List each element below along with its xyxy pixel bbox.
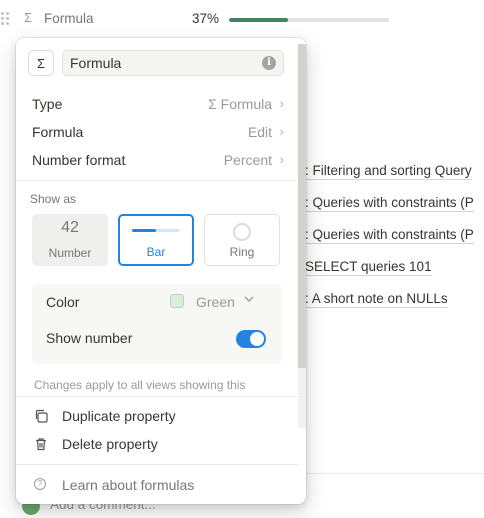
menu-item-value: Edit bbox=[247, 124, 272, 140]
menu-item-label: Type bbox=[32, 96, 63, 112]
menu-item-label: Formula bbox=[32, 124, 84, 140]
show-as-number-option[interactable]: 42 Number bbox=[32, 214, 108, 266]
chevron-down-icon[interactable] bbox=[244, 294, 254, 307]
divider bbox=[16, 180, 298, 181]
menu-item-label: Number format bbox=[32, 152, 126, 168]
divider bbox=[16, 396, 298, 397]
trash-icon bbox=[34, 437, 48, 451]
scrollbar-thumb[interactable] bbox=[298, 44, 306, 368]
action-label: Delete property bbox=[62, 436, 158, 452]
property-edit-popup: Σ Formula i Type Σ Formula › Formula Edi… bbox=[16, 38, 306, 504]
color-select[interactable]: Green bbox=[196, 294, 235, 310]
show-as-bar-option[interactable]: Bar bbox=[118, 214, 194, 266]
display-settings: Color Green Show number bbox=[32, 284, 282, 364]
show-as-title: Show as bbox=[30, 192, 77, 206]
property-name[interactable]: Formula bbox=[44, 11, 94, 26]
learn-about-formulas-link[interactable]: ? Learn about formulas bbox=[16, 471, 298, 499]
relation-link[interactable]: : Filtering and sorting Query bbox=[305, 163, 472, 180]
sigma-icon: Σ bbox=[24, 10, 33, 25]
property-icon-button[interactable]: Σ bbox=[28, 50, 54, 76]
property-value[interactable]: 37% bbox=[192, 11, 219, 26]
chevron-right-icon: › bbox=[279, 152, 284, 167]
info-icon[interactable]: i bbox=[262, 56, 276, 70]
help-label: Learn about formulas bbox=[62, 477, 195, 493]
menu-item-number-format[interactable]: Number format Percent › bbox=[16, 146, 298, 174]
relation-link[interactable]: : A short note on NULLs bbox=[305, 291, 448, 308]
relation-link[interactable]: : Queries with constraints (P bbox=[305, 195, 474, 212]
color-label: Color bbox=[46, 294, 80, 310]
option-label: Ring bbox=[229, 245, 255, 259]
progress-bar-fill bbox=[229, 18, 289, 22]
scope-note: Changes apply to all views showing this bbox=[34, 378, 246, 392]
drag-handle-icon[interactable] bbox=[0, 12, 10, 26]
menu-item-type[interactable]: Type Σ Formula › bbox=[16, 90, 298, 118]
bar-glyph-icon bbox=[132, 229, 180, 232]
chevron-right-icon: › bbox=[279, 96, 284, 111]
ring-glyph-icon bbox=[233, 223, 251, 241]
relation-link[interactable]: SELECT queries 101 bbox=[305, 259, 432, 276]
option-label: Bar bbox=[146, 245, 166, 259]
property-row[interactable]: Σ Formula 37% bbox=[0, 8, 484, 32]
menu-item-formula[interactable]: Formula Edit › bbox=[16, 118, 298, 146]
property-name-input[interactable]: Formula bbox=[62, 50, 284, 76]
delete-property-button[interactable]: Delete property bbox=[16, 430, 298, 458]
progress-bar bbox=[229, 18, 389, 22]
action-label: Duplicate property bbox=[62, 408, 176, 424]
show-number-toggle[interactable] bbox=[236, 330, 266, 348]
property-name-row: Σ Formula i bbox=[28, 50, 286, 78]
menu-item-value: Σ Formula bbox=[208, 96, 272, 112]
color-swatch[interactable] bbox=[170, 294, 184, 308]
show-number-label: Show number bbox=[46, 330, 133, 346]
chevron-right-icon: › bbox=[279, 124, 284, 139]
duplicate-icon bbox=[34, 409, 48, 423]
show-as-ring-option[interactable]: Ring bbox=[204, 214, 280, 266]
number-glyph-icon: 42 bbox=[61, 219, 79, 236]
divider bbox=[16, 464, 298, 465]
option-label: Number bbox=[48, 246, 92, 260]
divider bbox=[305, 473, 484, 474]
relation-link[interactable]: : Queries with constraints (P bbox=[305, 227, 474, 244]
help-icon: ? bbox=[34, 478, 46, 490]
menu-item-value: Percent bbox=[223, 152, 272, 168]
duplicate-property-button[interactable]: Duplicate property bbox=[16, 402, 298, 430]
